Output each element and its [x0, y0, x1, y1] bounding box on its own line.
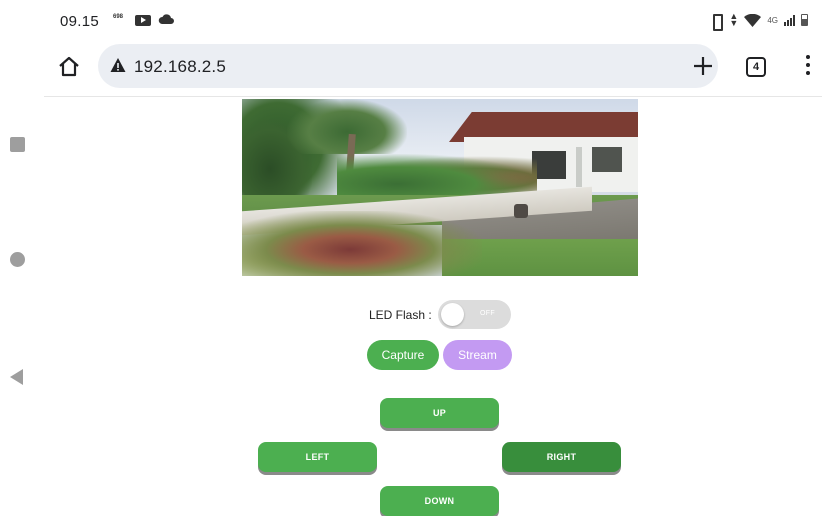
right-button[interactable]: RIGHT: [502, 442, 621, 472]
scene-door: [532, 151, 566, 179]
browser-toolbar: 192.168.2.5 4: [44, 40, 822, 93]
system-navigation: [0, 0, 36, 509]
toolbar-divider: [44, 96, 822, 97]
toggle-knob: [441, 303, 464, 326]
wifi-icon: [744, 13, 762, 27]
camera-stream-image: [242, 99, 638, 276]
stream-button[interactable]: Stream: [443, 340, 512, 370]
url-text[interactable]: 192.168.2.5: [134, 57, 226, 77]
home-icon[interactable]: [58, 55, 80, 77]
scene-pot: [514, 204, 528, 218]
capture-button[interactable]: Capture: [367, 340, 439, 370]
youtube-icon: [135, 15, 151, 26]
data-speed-badge: 698: [112, 14, 123, 20]
menu-icon[interactable]: [804, 55, 812, 79]
tabs-icon[interactable]: 4: [746, 57, 766, 77]
scene-bushes: [242, 211, 482, 276]
scene-pillar: [576, 147, 582, 187]
data-arrows-icon: ▲ ▼: [729, 11, 739, 28]
signal-icon: [784, 14, 795, 26]
toggle-state-label: OFF: [480, 310, 495, 317]
left-button[interactable]: LEFT: [258, 442, 377, 472]
plus-icon[interactable]: [692, 55, 714, 77]
signal-type-label: 4G: [767, 15, 778, 25]
status-bar: 09.15 698 ▲ ▼ 4G: [44, 0, 822, 40]
url-bar[interactable]: 192.168.2.5: [98, 44, 718, 88]
scene-window: [592, 147, 622, 172]
home-circle-icon[interactable]: [10, 252, 25, 267]
status-right-icons: ▲ ▼ 4G: [709, 11, 808, 31]
cloud-icon: [158, 14, 174, 24]
back-triangle-icon[interactable]: [10, 369, 23, 385]
led-flash-label: LED Flash :: [369, 308, 432, 322]
up-button[interactable]: UP: [380, 398, 499, 428]
battery-icon: [801, 14, 808, 26]
down-button[interactable]: DOWN: [380, 486, 499, 516]
status-time: 09.15: [60, 13, 100, 30]
recents-square-icon[interactable]: [10, 137, 25, 152]
vibrate-icon: [709, 13, 724, 31]
led-flash-toggle[interactable]: OFF: [438, 300, 511, 329]
warning-icon[interactable]: [110, 57, 126, 73]
